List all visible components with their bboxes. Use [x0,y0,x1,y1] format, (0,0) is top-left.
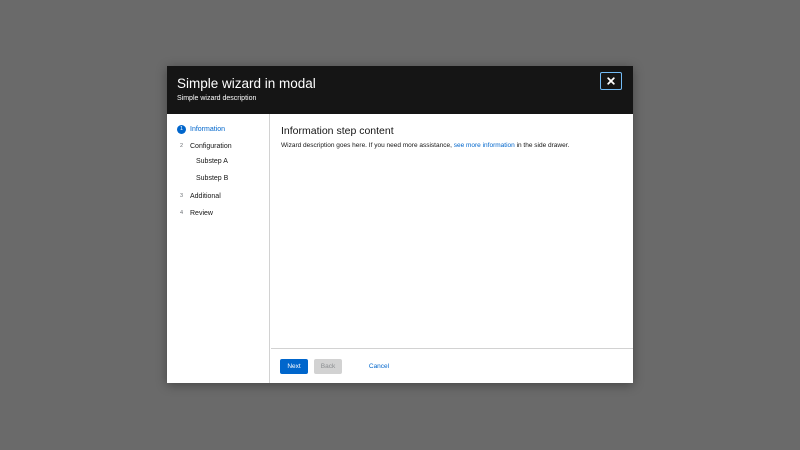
step-number-badge: 1 [177,124,186,134]
wizard-nav: 1 Information 2 Configuration Substep A … [167,114,270,383]
close-button[interactable] [600,72,622,90]
nav-step-additional[interactable]: 3 Additional [177,190,221,202]
nav-substep-a[interactable]: Substep A [196,156,228,168]
nav-step-label: Additional [190,192,221,200]
back-button[interactable]: Back [314,359,342,374]
content-description: Wizard description goes here. If you nee… [281,142,569,149]
description-text: Wizard description goes here. If you nee… [281,142,454,149]
modal-title: Simple wizard in modal [177,76,316,91]
modal-description: Simple wizard description [177,95,257,102]
nav-step-label: Configuration [190,142,232,150]
description-text-end: in the side drawer. [514,142,570,149]
nav-step-configuration[interactable]: 2 Configuration [177,140,232,152]
nav-substep-b[interactable]: Substep B [196,173,228,185]
nav-step-review[interactable]: 4 Review [177,207,213,219]
wizard-modal: Simple wizard in modal Simple wizard des… [167,66,633,383]
content-title: Information step content [281,125,394,137]
nav-step-label: Information [190,125,226,133]
next-button[interactable]: Next [280,359,308,374]
modal-header: Simple wizard in modal Simple wizard des… [167,66,633,114]
close-icon [607,77,615,85]
more-info-link[interactable]: see more information [454,142,515,149]
step-number-badge: 2 [177,141,186,151]
nav-step-information[interactable]: 1 Information [177,123,225,135]
wizard-footer: Next Back Cancel [271,348,633,383]
step-number-badge: 3 [177,191,186,201]
step-number-badge: 4 [177,208,186,218]
wizard-content: Information step content Wizard descript… [271,114,633,348]
cancel-button[interactable]: Cancel [365,359,393,374]
nav-step-label: Review [190,209,213,217]
